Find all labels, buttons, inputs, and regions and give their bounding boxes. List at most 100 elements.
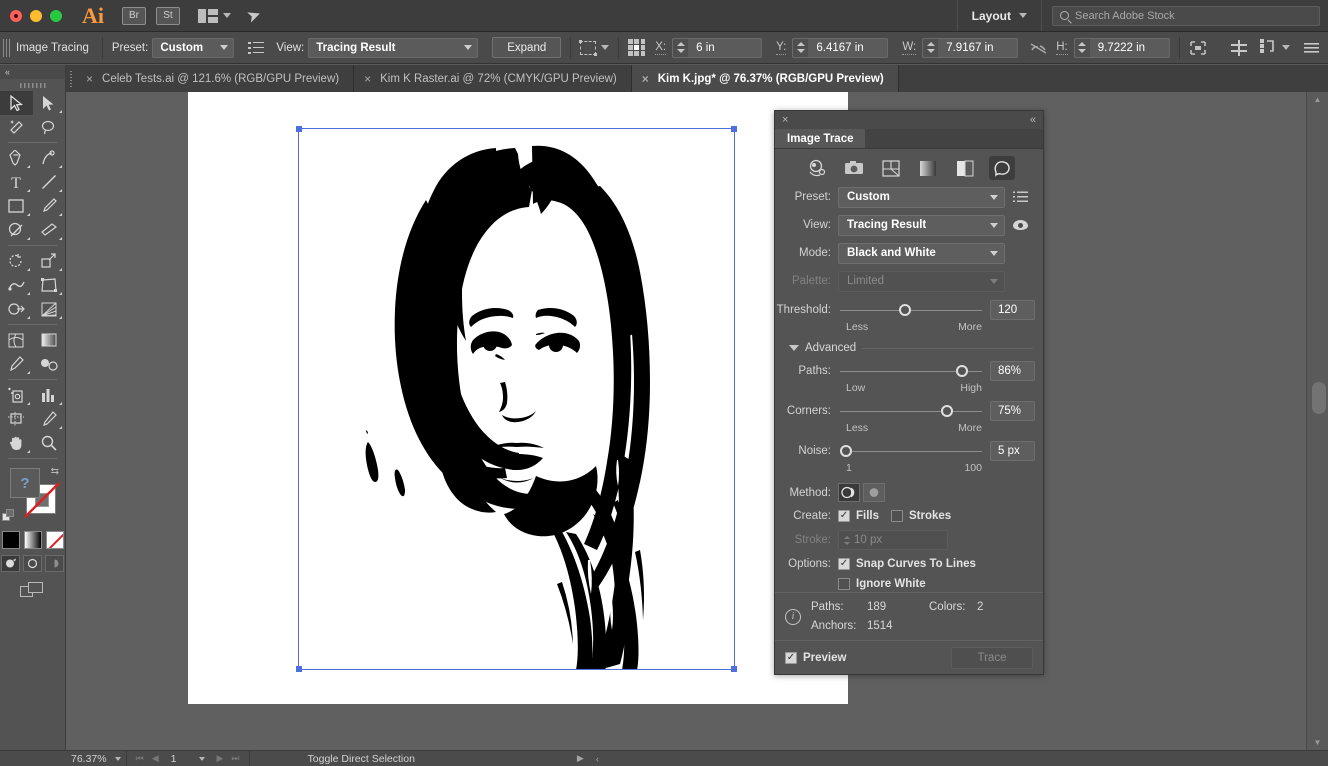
preset-menu-icon[interactable] [248, 41, 264, 55]
draw-normal-button[interactable] [1, 555, 20, 572]
bridge-icon[interactable]: Br [122, 7, 146, 25]
magic-wand-tool[interactable] [0, 115, 33, 139]
x-stepper[interactable] [672, 38, 688, 58]
high-color-icon[interactable] [841, 156, 867, 180]
window-controls[interactable] [0, 10, 62, 22]
last-artboard-icon[interactable]: ⏭ [227, 753, 243, 764]
blend-tool[interactable] [33, 352, 66, 376]
fills-checkbox[interactable]: ✓ [838, 510, 850, 522]
paths-slider[interactable] [840, 364, 982, 378]
sync-settings-icon[interactable]: ➤ [244, 4, 264, 28]
type-tool[interactable]: T [0, 170, 33, 194]
artboard-number[interactable]: 1 [163, 753, 191, 765]
close-icon[interactable]: × [86, 73, 93, 85]
line-segment-tool[interactable] [33, 170, 66, 194]
trace-button[interactable]: Trace [951, 647, 1033, 669]
grayscale-icon[interactable] [915, 156, 941, 180]
threshold-value[interactable]: 120 [990, 300, 1035, 320]
h-value[interactable]: 9.7222 in [1090, 38, 1170, 58]
slider-thumb[interactable] [956, 365, 968, 377]
mesh-tool[interactable] [0, 328, 33, 352]
view-dropdown[interactable]: Tracing Result [838, 215, 1005, 236]
control-bar-menu-icon[interactable] [1304, 42, 1318, 54]
preset-dropdown[interactable]: Custom [152, 38, 234, 58]
slider-thumb[interactable] [899, 304, 911, 316]
stock-search-input[interactable]: Search Adobe Stock [1052, 6, 1320, 26]
paths-value[interactable]: 86% [990, 361, 1035, 381]
document-tab-2[interactable]: × Kim K.jpg* @ 76.37% (RGB/GPU Preview) [632, 65, 899, 92]
w-value[interactable]: 7.9167 in [938, 38, 1018, 58]
minimize-window-button[interactable] [30, 10, 42, 22]
width-tool[interactable] [0, 273, 33, 297]
stock-icon[interactable]: St [156, 7, 180, 25]
previous-artboard-icon[interactable]: ◀ [148, 753, 163, 764]
x-field[interactable]: 6 in [672, 38, 762, 58]
zoom-tool[interactable] [33, 431, 66, 455]
rectangle-tool[interactable] [0, 194, 33, 218]
close-icon[interactable]: × [642, 73, 649, 85]
selection-tool[interactable] [0, 91, 33, 115]
h-field[interactable]: 9.7222 in [1074, 38, 1170, 58]
eraser-tool[interactable] [33, 218, 66, 242]
shaper-tool[interactable] [0, 218, 33, 242]
chevron-down-icon[interactable] [1282, 45, 1290, 50]
preview-checkbox[interactable]: ✓ [785, 652, 797, 664]
tools-drag-handle[interactable] [0, 79, 65, 91]
tab-bar-grip[interactable] [66, 65, 76, 92]
snap-curves-checkbox[interactable]: ✓ [838, 558, 850, 570]
pen-tool[interactable] [0, 146, 33, 170]
document-canvas[interactable] [66, 92, 1306, 750]
corners-slider[interactable] [840, 404, 982, 418]
artboard-tool[interactable] [0, 407, 33, 431]
chevron-down-icon[interactable] [601, 45, 609, 50]
x-value[interactable]: 6 in [688, 38, 762, 58]
slider-thumb[interactable] [840, 445, 852, 457]
artboard-navigation[interactable]: ⏮ ◀ 1 ▶ ⏭ [127, 751, 250, 766]
black-and-white-icon[interactable] [952, 156, 978, 180]
none-swatch[interactable] [46, 531, 64, 549]
column-graph-tool[interactable] [33, 383, 66, 407]
paintbrush-tool[interactable] [33, 194, 66, 218]
w-field[interactable]: 7.9167 in [922, 38, 1018, 58]
slice-tool[interactable] [33, 407, 66, 431]
status-play-icon[interactable]: ▶ [571, 753, 590, 764]
direct-selection-tool[interactable] [33, 91, 66, 115]
collapse-tools-button[interactable]: « [0, 65, 65, 79]
arrange-documents-button[interactable] [198, 9, 231, 23]
collapse-panel-icon[interactable]: « [1030, 114, 1036, 126]
w-stepper[interactable] [922, 38, 938, 58]
tab-image-trace[interactable]: Image Trace [775, 129, 865, 148]
perspective-grid-tool[interactable] [33, 297, 66, 321]
advanced-section-toggle[interactable]: Advanced [775, 342, 1043, 354]
traced-portrait-artwork[interactable] [300, 130, 735, 670]
y-value[interactable]: 6.4167 in [808, 38, 888, 58]
shape-builder-tool[interactable] [0, 297, 33, 321]
screen-mode-button[interactable] [0, 582, 65, 598]
ignore-white-checkbox[interactable] [838, 578, 850, 590]
symbol-sprayer-tool[interactable] [0, 383, 33, 407]
gradient-tool[interactable] [33, 328, 66, 352]
noise-slider[interactable] [840, 444, 982, 458]
y-field[interactable]: 6.4167 in [792, 38, 888, 58]
gradient-swatch[interactable] [24, 531, 42, 549]
preview-source-button[interactable] [1005, 220, 1035, 230]
document-tab-0[interactable]: × Celeb Tests.ai @ 121.6% (RGB/GPU Previ… [76, 65, 354, 92]
noise-value[interactable]: 5 px [990, 441, 1035, 461]
document-tab-1[interactable]: × Kim K Raster.ai @ 72% (CMYK/GPU Previe… [354, 65, 632, 92]
reference-point-selector[interactable] [628, 39, 645, 56]
next-artboard-icon[interactable]: ▶ [213, 753, 228, 764]
swap-fill-stroke-icon[interactable]: ⇆ [51, 466, 59, 477]
close-icon[interactable]: × [364, 73, 371, 85]
maximize-window-button[interactable] [50, 10, 62, 22]
mode-dropdown[interactable]: Black and White [838, 243, 1005, 264]
lasso-tool[interactable] [33, 115, 66, 139]
outline-icon[interactable] [989, 156, 1015, 180]
hand-tool[interactable] [0, 431, 33, 455]
preset-menu-button[interactable] [1005, 191, 1035, 203]
low-color-icon[interactable] [878, 156, 904, 180]
slider-thumb[interactable] [941, 405, 953, 417]
align-icon[interactable] [1231, 40, 1246, 55]
fill-swatch[interactable]: ? [10, 468, 40, 498]
transform-icon[interactable] [1189, 40, 1205, 56]
first-artboard-icon[interactable]: ⏮ [132, 753, 148, 764]
